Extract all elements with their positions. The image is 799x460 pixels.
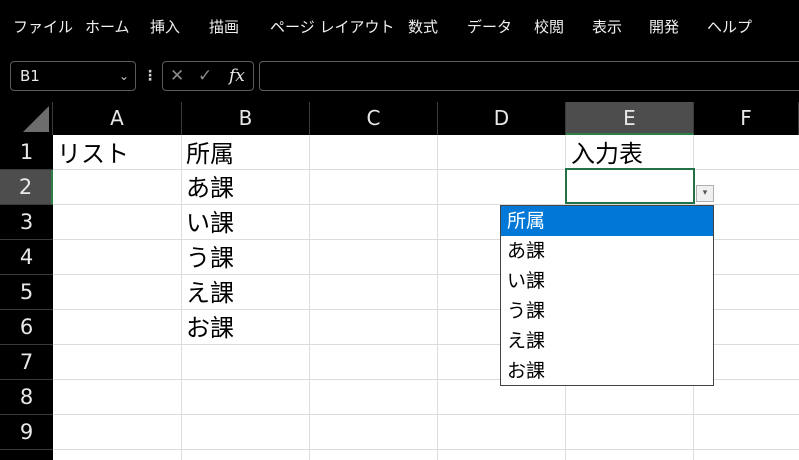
column-header-d[interactable]: D (438, 102, 566, 135)
cell-e1[interactable]: 入力表 (571, 137, 643, 171)
dropdown-option[interactable]: い課 (501, 266, 713, 296)
gridline (309, 135, 310, 460)
row-header-7[interactable]: 7 (0, 345, 53, 380)
row-header-8[interactable]: 8 (0, 380, 53, 415)
row-header-3[interactable]: 3 (0, 205, 53, 240)
cell-b3[interactable]: い課 (186, 206, 234, 240)
formula-bar: B1 ⌄ ⋮ ✕ ✓ fx (0, 52, 799, 102)
select-all-triangle-icon (23, 106, 49, 132)
formula-buttons: ✕ ✓ fx (162, 61, 254, 91)
active-cell-e2[interactable] (565, 168, 695, 204)
worksheet-grid[interactable]: リスト 所属 あ課 い課 う課 え課 お課 入力表 ▾ 所属 あ課 い課 う課 … (53, 135, 799, 460)
chevron-down-icon[interactable]: ⌄ (119, 62, 129, 90)
row-header-4[interactable]: 4 (0, 240, 53, 275)
row-header-9[interactable]: 9 (0, 415, 53, 450)
menu-page-layout[interactable]: ページ レイアウト (270, 17, 394, 37)
menu-file[interactable]: ファイル (13, 17, 73, 37)
ribbon-menu-bar: ファイル ホーム 挿入 描画 ページ レイアウト 数式 データ 校閲 表示 開発… (0, 0, 799, 52)
menu-insert[interactable]: 挿入 (150, 17, 180, 37)
cell-b4[interactable]: う課 (186, 241, 234, 275)
select-all-button[interactable] (0, 102, 53, 135)
column-header-a[interactable]: A (53, 102, 182, 135)
row-header-1[interactable]: 1 (0, 135, 53, 170)
cell-b1[interactable]: 所属 (186, 137, 234, 171)
dropdown-option[interactable]: え課 (501, 326, 713, 356)
gridline (437, 135, 438, 460)
menu-developer[interactable]: 開発 (649, 17, 679, 37)
dropdown-option[interactable]: 所属 (501, 206, 713, 236)
menu-data[interactable]: データ (467, 17, 512, 37)
chevron-down-icon: ▾ (702, 188, 708, 198)
cell-b5[interactable]: え課 (186, 276, 234, 310)
insert-function-icon[interactable]: fx (229, 65, 245, 87)
menu-help[interactable]: ヘルプ (707, 17, 752, 37)
gridline (181, 135, 182, 460)
column-header-b[interactable]: B (182, 102, 310, 135)
cancel-icon[interactable]: ✕ (170, 65, 184, 87)
data-validation-dropdown-list[interactable]: 所属 あ課 い課 う課 え課 お課 (500, 205, 714, 386)
formula-input[interactable] (259, 61, 799, 91)
row-header-6[interactable]: 6 (0, 310, 53, 345)
enter-icon[interactable]: ✓ (198, 65, 212, 87)
cell-b2[interactable]: あ課 (186, 171, 234, 205)
dropdown-option[interactable]: う課 (501, 296, 713, 326)
menu-draw[interactable]: 描画 (209, 17, 239, 37)
gridline (53, 414, 799, 415)
dropdown-option[interactable]: お課 (501, 356, 713, 386)
dropdown-option[interactable]: あ課 (501, 236, 713, 266)
cell-b6[interactable]: お課 (186, 311, 234, 345)
row-header-5[interactable]: 5 (0, 275, 53, 310)
menu-formulas[interactable]: 数式 (408, 17, 438, 37)
menu-review[interactable]: 校閲 (534, 17, 564, 37)
column-header-f[interactable]: F (694, 102, 799, 135)
column-header-c[interactable]: C (310, 102, 438, 135)
gridline (53, 449, 799, 450)
row-header-2[interactable]: 2 (0, 170, 53, 205)
column-header-e[interactable]: E (566, 102, 694, 135)
name-box-value: B1 (20, 67, 40, 85)
more-options-icon[interactable]: ⋮ (143, 68, 157, 84)
name-box[interactable]: B1 ⌄ (10, 61, 136, 91)
menu-view[interactable]: 表示 (592, 17, 622, 37)
menu-home[interactable]: ホーム (85, 17, 130, 37)
dropdown-arrow-button[interactable]: ▾ (696, 185, 714, 202)
cell-a1[interactable]: リスト (57, 137, 129, 171)
